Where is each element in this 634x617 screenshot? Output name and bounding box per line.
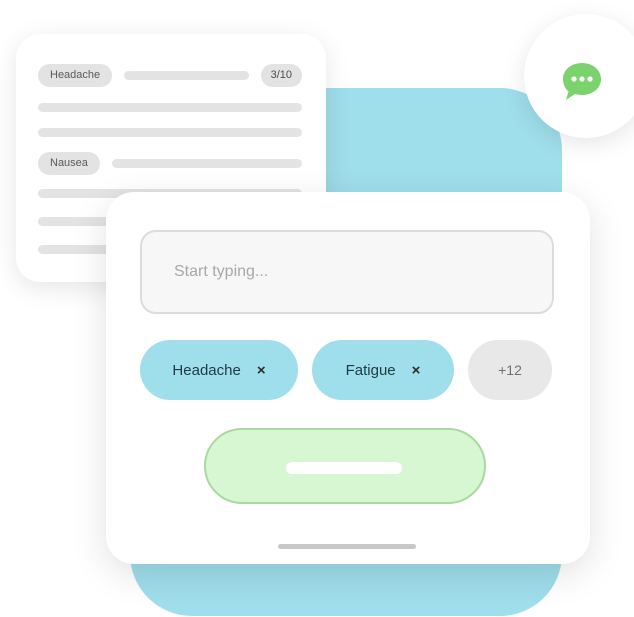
remove-chip-icon[interactable]: × xyxy=(257,362,266,379)
placeholder-line xyxy=(38,128,302,137)
symptom-chip-fatigue[interactable]: Fatigue × xyxy=(312,340,454,400)
severity-bar xyxy=(124,71,249,80)
chip-label: Headache xyxy=(172,361,241,379)
symptom-tag: Nausea xyxy=(38,152,100,175)
symptom-chip-headache[interactable]: Headache × xyxy=(140,340,298,400)
search-field[interactable] xyxy=(140,230,556,314)
symptom-tag: Headache xyxy=(38,64,113,87)
chat-bubble-icon xyxy=(563,63,601,100)
symptom-row[interactable]: Headache 3/10 xyxy=(38,64,302,87)
symptom-tracker-illustration: Headache 3/10 Nausea Headache × xyxy=(0,0,634,617)
severity-bar xyxy=(111,159,302,168)
placeholder-line xyxy=(38,103,302,112)
submit-button[interactable] xyxy=(204,428,486,504)
symptom-input-card: Headache × Fatigue × +12 xyxy=(106,192,590,564)
severity-score: 3/10 xyxy=(260,64,302,87)
more-count: +12 xyxy=(498,362,522,378)
chip-label: Fatigue xyxy=(345,361,396,379)
more-symptoms-chip[interactable]: +12 xyxy=(468,340,552,400)
search-input[interactable] xyxy=(162,232,556,312)
symptom-row[interactable]: Nausea xyxy=(38,152,302,175)
home-indicator xyxy=(278,544,416,549)
button-label-placeholder xyxy=(286,462,402,474)
remove-chip-icon[interactable]: × xyxy=(412,362,421,379)
